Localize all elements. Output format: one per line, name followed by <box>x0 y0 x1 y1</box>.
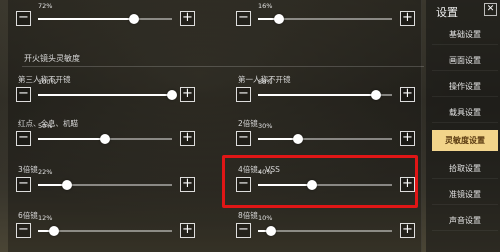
slider-track[interactable] <box>258 14 392 24</box>
slider-track[interactable] <box>38 90 177 100</box>
slider-label: 8倍镜 <box>238 211 258 220</box>
decrease-button[interactable]: − <box>236 131 251 146</box>
sidebar-item-pickup[interactable]: 拾取设置 <box>432 158 498 179</box>
slider-track[interactable] <box>38 180 172 190</box>
slider-label: 6倍镜 <box>18 211 38 220</box>
decrease-button[interactable]: − <box>236 11 251 26</box>
slider-track[interactable] <box>258 90 392 100</box>
slider-track[interactable] <box>38 226 172 236</box>
increase-button[interactable]: + <box>180 87 195 102</box>
decrease-button[interactable]: − <box>16 177 31 192</box>
slider-value: 30% <box>258 122 273 130</box>
slider-value: 10% <box>258 214 273 222</box>
slider-label: 3倍镜 <box>18 165 38 174</box>
increase-button[interactable]: + <box>180 11 195 26</box>
decrease-button[interactable]: − <box>16 11 31 26</box>
sensitivity-row-6x: 6倍镜 −12% + <box>16 210 196 250</box>
increase-button[interactable]: + <box>400 223 415 238</box>
sidebar-item-vehicle[interactable]: 载具设置 <box>432 102 498 123</box>
sidebar-item-sensitivity[interactable]: 灵敏度设置 <box>432 130 498 151</box>
sidebar-item-basic[interactable]: 基础设置 <box>432 24 498 45</box>
sensitivity-row-8x-left: 8倍镜−72%+ <box>16 0 196 38</box>
slider-label: 2倍镜 <box>238 119 258 128</box>
sensitivity-row-3x: 3倍镜 −22% + <box>16 164 196 204</box>
section-divider <box>22 66 424 67</box>
sensitivity-row-first-person: 第一人称不开镜 −88% + <box>236 74 416 114</box>
increase-button[interactable]: + <box>400 131 415 146</box>
decrease-button[interactable]: − <box>16 223 31 238</box>
increase-button[interactable]: + <box>400 87 415 102</box>
slider-thumb[interactable] <box>62 180 73 190</box>
sensitivity-row-8x: 8倍镜 −10% + <box>236 210 416 250</box>
slider-value: 100% <box>38 78 57 86</box>
increase-button[interactable]: + <box>400 11 415 26</box>
decrease-button[interactable]: − <box>236 223 251 238</box>
slider-value: 50% <box>38 122 53 130</box>
decrease-button[interactable]: − <box>16 131 31 146</box>
slider-track[interactable] <box>38 14 172 24</box>
highlight-box <box>222 155 418 208</box>
slider-value: 88% <box>258 78 273 86</box>
sidebar-title: 设置 <box>436 6 458 19</box>
close-icon[interactable]: ✕ <box>484 3 497 16</box>
sidebar-item-graphics[interactable]: 画面设置 <box>432 50 498 71</box>
sensitivity-row-2x: 2倍镜 −30% + <box>236 118 416 158</box>
slider-thumb[interactable] <box>49 226 60 236</box>
sensitivity-row-red-dot: 红点、全息、机瞄 −50% + <box>16 118 196 158</box>
slider-fill <box>38 138 105 140</box>
slider-value: 16% <box>258 2 273 10</box>
slider-track[interactable] <box>258 134 392 144</box>
slider-thumb[interactable] <box>274 14 285 24</box>
slider-thumb[interactable] <box>167 90 177 100</box>
decrease-button[interactable]: − <box>16 87 31 102</box>
section-title: 开火镜头灵敏度 <box>24 54 80 63</box>
slider-fill <box>258 94 376 96</box>
slider-thumb[interactable] <box>293 134 304 144</box>
slider-track[interactable] <box>38 134 172 144</box>
increase-button[interactable]: + <box>180 223 195 238</box>
increase-button[interactable]: + <box>180 131 195 146</box>
sidebar-item-sound[interactable]: 声音设置 <box>432 210 498 231</box>
slider-thumb[interactable] <box>100 134 110 144</box>
slider-value: 12% <box>38 214 53 222</box>
slider-thumb[interactable] <box>129 14 140 24</box>
slider-value: 22% <box>38 168 53 176</box>
sensitivity-row-8x-right: 8倍镜−16%+ <box>236 0 416 38</box>
slider-thumb[interactable] <box>370 90 381 100</box>
slider-fill <box>258 138 299 140</box>
slider-value: 72% <box>38 2 53 10</box>
slider-fill <box>38 18 135 20</box>
increase-button[interactable]: + <box>180 177 195 192</box>
decrease-button[interactable]: − <box>236 87 251 102</box>
sidebar-item-controls[interactable]: 操作设置 <box>432 76 498 97</box>
slider-track[interactable] <box>258 226 392 236</box>
slider-thumb[interactable] <box>266 226 277 236</box>
slider-fill <box>38 94 172 96</box>
sensitivity-row-third-person: 第三人称不开镜 −100% + <box>16 74 196 114</box>
sidebar-item-crosshair[interactable]: 准镜设置 <box>432 184 498 205</box>
settings-sidebar: 设置 ✕ 基础设置 画面设置 操作设置 载具设置 灵敏度设置 拾取设置 准镜设置… <box>426 0 500 252</box>
